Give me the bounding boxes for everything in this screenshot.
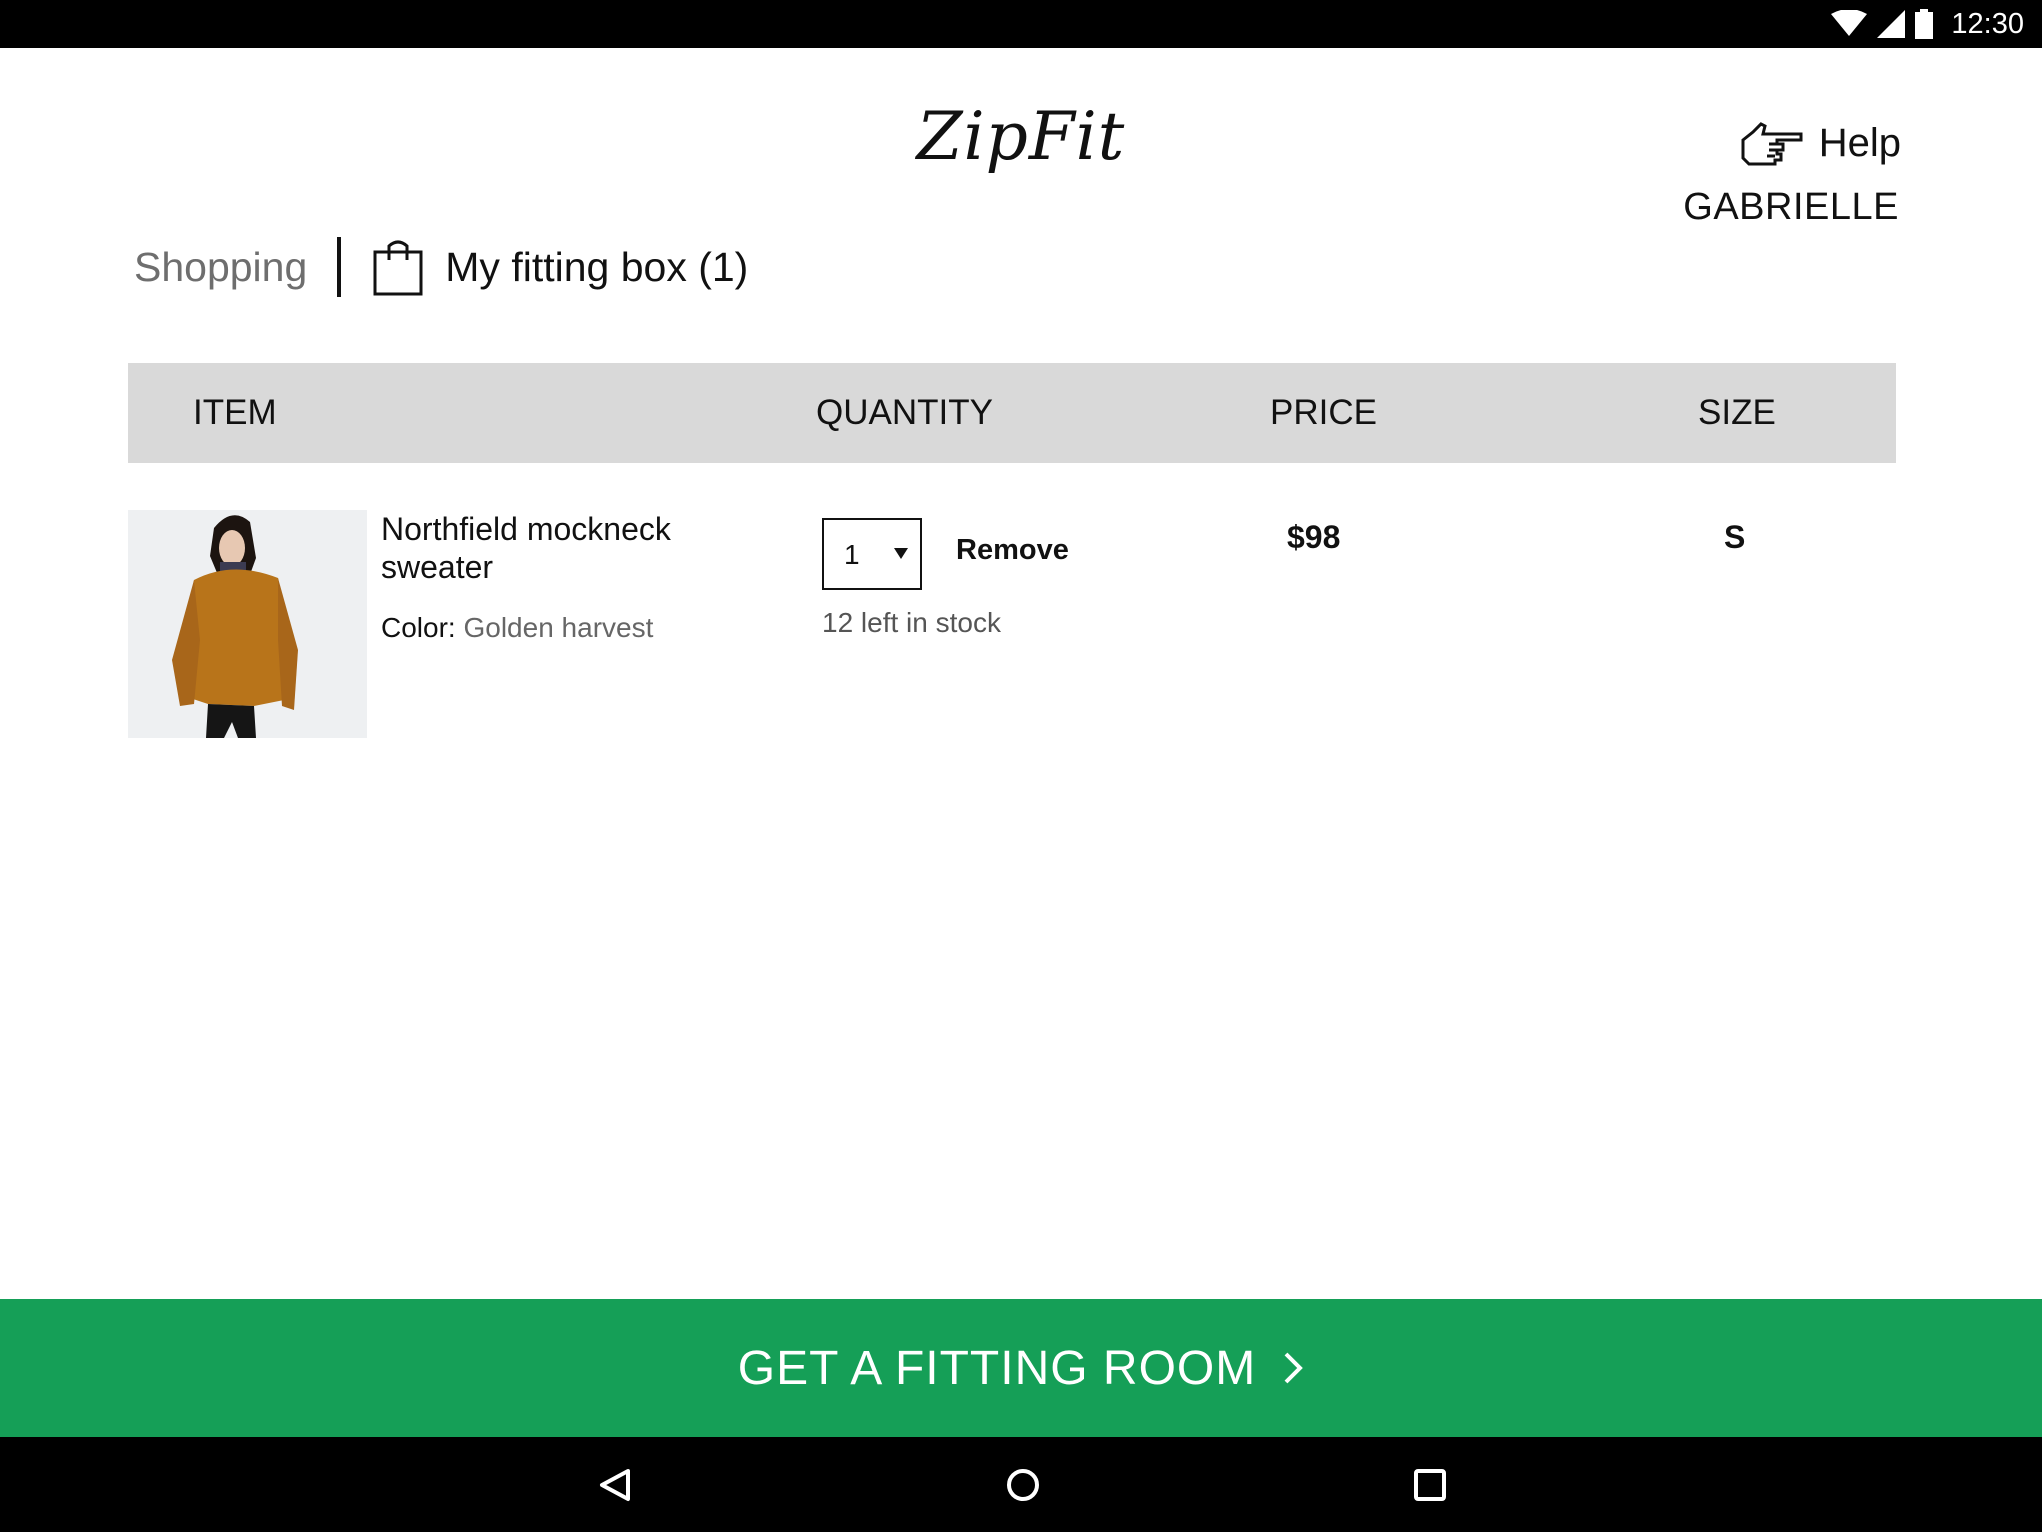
table-header: ITEM QUANTITY PRICE SIZE (128, 363, 1896, 463)
product-color: Color: Golden harvest (381, 612, 653, 644)
app-logo: ZipFit (916, 98, 1126, 175)
dropdown-caret-icon (894, 548, 908, 559)
quantity-value: 1 (844, 539, 860, 570)
sweater-model-illustration (128, 510, 367, 738)
pointing-hand-icon (1741, 122, 1803, 166)
fitting-box-label: My fitting box (1) (445, 243, 749, 290)
clock-time: 12:30 (1951, 7, 2024, 40)
cta-label: GET A FITTING ROOM (737, 1341, 1257, 1395)
status-bar: 12:30 (0, 0, 2042, 48)
get-fitting-room-button[interactable]: GET A FITTING ROOM (0, 1299, 2042, 1437)
help-label: Help (1818, 120, 1901, 165)
system-navigation-bar (0, 1437, 2042, 1532)
color-value: Golden harvest (463, 612, 654, 643)
nav-shopping-link[interactable]: Shopping (134, 244, 307, 291)
user-name[interactable]: GABRIELLE (1683, 186, 1899, 229)
status-icons: 12:30 (1831, 0, 2024, 48)
quantity-dropdown[interactable]: 1 (822, 518, 922, 590)
home-icon[interactable] (1001, 1463, 1045, 1507)
product-image[interactable] (128, 510, 367, 738)
column-header-quantity: QUANTITY (816, 393, 993, 432)
table-row: Northfield mockneck sweater Color: Golde… (128, 510, 1896, 740)
nav-fitting-box[interactable]: My fitting box (1) (373, 238, 748, 296)
app-screen: 12:30 ZipFit Help GABRIELLE Shopping My … (0, 0, 2042, 1532)
wifi-icon (1831, 10, 1868, 36)
signal-icon (1877, 10, 1906, 38)
column-header-price: PRICE (1270, 393, 1377, 432)
help-button[interactable]: Help (1739, 118, 1901, 168)
remove-button[interactable]: Remove (956, 534, 1069, 567)
color-label: Color: (381, 612, 456, 643)
chevron-right-icon (1284, 1352, 1304, 1384)
nav-divider (337, 237, 342, 297)
product-size: S (1724, 519, 1746, 555)
recents-icon[interactable] (1408, 1463, 1452, 1507)
product-name[interactable]: Northfield mockneck sweater (381, 510, 721, 586)
shopping-bag-icon (373, 240, 423, 296)
breadcrumb: Shopping My fitting box (1) (134, 232, 748, 302)
stock-status: 12 left in stock (822, 607, 1001, 638)
back-icon[interactable] (594, 1463, 638, 1507)
battery-icon (1915, 9, 1934, 39)
column-header-size: SIZE (1698, 393, 1776, 432)
column-header-item: ITEM (193, 393, 277, 432)
product-price: $98 (1287, 519, 1341, 555)
